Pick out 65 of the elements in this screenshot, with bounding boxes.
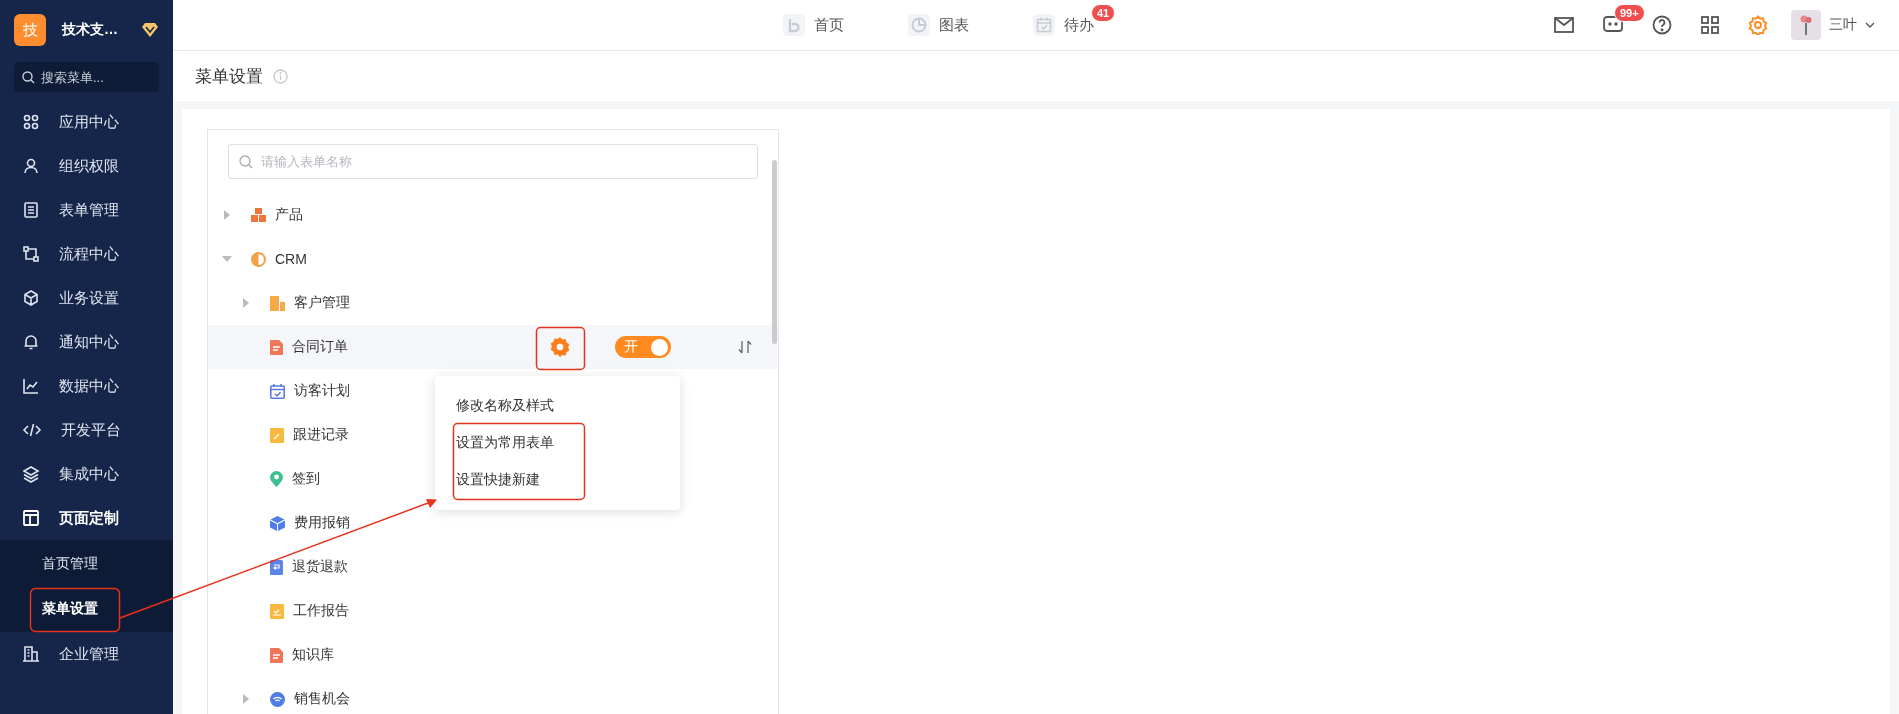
sidebar-item[interactable]: 数据中心 — [0, 364, 173, 408]
sidebar-item[interactable]: 通知中心 — [0, 320, 173, 364]
tree-item-label[interactable]: CRM — [275, 251, 752, 267]
tree-item-label[interactable]: 销售机会 — [294, 690, 752, 708]
line-chart-icon — [22, 377, 40, 395]
grid-icon — [22, 113, 40, 131]
tree-item-label[interactable]: 工作报告 — [293, 602, 752, 620]
tree-item-label[interactable]: 知识库 — [292, 646, 752, 664]
nav-tab[interactable]: 首页 — [783, 14, 844, 36]
code-icon — [22, 421, 42, 439]
chat-icon[interactable] — [1603, 16, 1623, 34]
sidebar-item[interactable]: 组织权限 — [0, 144, 173, 188]
count-badge: 41 — [1091, 4, 1116, 22]
layers-icon — [22, 465, 40, 483]
menu-item[interactable]: 修改名称及样式 — [435, 387, 680, 424]
diamond-icon — [141, 22, 159, 38]
bell-icon — [22, 333, 40, 351]
sidebar-subitem[interactable]: 首页管理 — [0, 541, 173, 586]
page-title: 菜单设置 — [195, 65, 263, 88]
nav-tab[interactable]: 图表 — [908, 14, 969, 36]
search-icon — [239, 155, 253, 169]
tree-item-label[interactable]: 客户管理 — [294, 294, 752, 312]
list-icon — [22, 201, 40, 219]
tree-item-label[interactable]: 合同订单 — [292, 338, 536, 356]
highlight-frame — [535, 326, 586, 371]
sidebar-item[interactable]: 表单管理 — [0, 188, 173, 232]
menu-search-field[interactable]: 搜索菜单... — [14, 62, 159, 92]
tree-item-label[interactable]: 费用报销 — [294, 514, 752, 532]
sidebar-item[interactable]: 集成中心 — [0, 452, 173, 496]
tree-item-label[interactable]: 产品 — [275, 206, 752, 224]
sidebar-item[interactable]: 业务设置 — [0, 276, 173, 320]
building-icon — [22, 645, 40, 663]
nav-tab[interactable]: 待办 — [1033, 14, 1094, 36]
menu-item[interactable]: 设置为常用表单 — [435, 424, 680, 461]
pie-chart-icon — [908, 14, 930, 36]
sort-icon[interactable] — [738, 340, 752, 354]
count-badge: 99+ — [1614, 4, 1645, 22]
user-name[interactable]: 三叶 — [1829, 16, 1857, 34]
chevron-down-icon[interactable] — [1865, 22, 1875, 28]
org-name[interactable]: 技术支… — [62, 21, 125, 39]
apps-grid-icon[interactable] — [1701, 16, 1719, 34]
settings-icon — [550, 337, 570, 357]
sidebar-item[interactable]: 应用中心 — [0, 100, 173, 144]
sidebar-subitem[interactable]: 菜单设置 — [0, 586, 173, 631]
flower-icon — [1799, 14, 1813, 36]
tree-item-label[interactable]: 退货退款 — [292, 558, 752, 576]
avatar[interactable] — [1791, 10, 1821, 40]
search-icon — [22, 71, 35, 84]
sidebar-item[interactable]: 开发平台 — [0, 408, 173, 452]
form-search-field[interactable]: 请输入表单名称 — [228, 144, 758, 179]
org-logo: 技 — [14, 14, 46, 46]
settings-icon[interactable] — [1748, 15, 1768, 35]
menu-item[interactable]: 设置快捷新建 — [435, 461, 680, 498]
sidebar-item[interactable]: 页面定制 — [0, 496, 173, 540]
letter-b-icon — [783, 14, 805, 36]
flow-icon — [22, 245, 40, 263]
calendar-icon — [1033, 14, 1055, 36]
layout-icon — [22, 509, 40, 527]
sidebar-item[interactable]: 流程中心 — [0, 232, 173, 276]
cube-icon — [22, 289, 40, 307]
mail-icon[interactable] — [1554, 17, 1574, 33]
help-icon[interactable] — [1652, 15, 1672, 35]
sidebar-item[interactable]: 企业管理 — [0, 632, 173, 676]
tree-row-highlight[interactable]: 合同订单 开 — [208, 325, 778, 369]
user-icon — [22, 157, 40, 175]
